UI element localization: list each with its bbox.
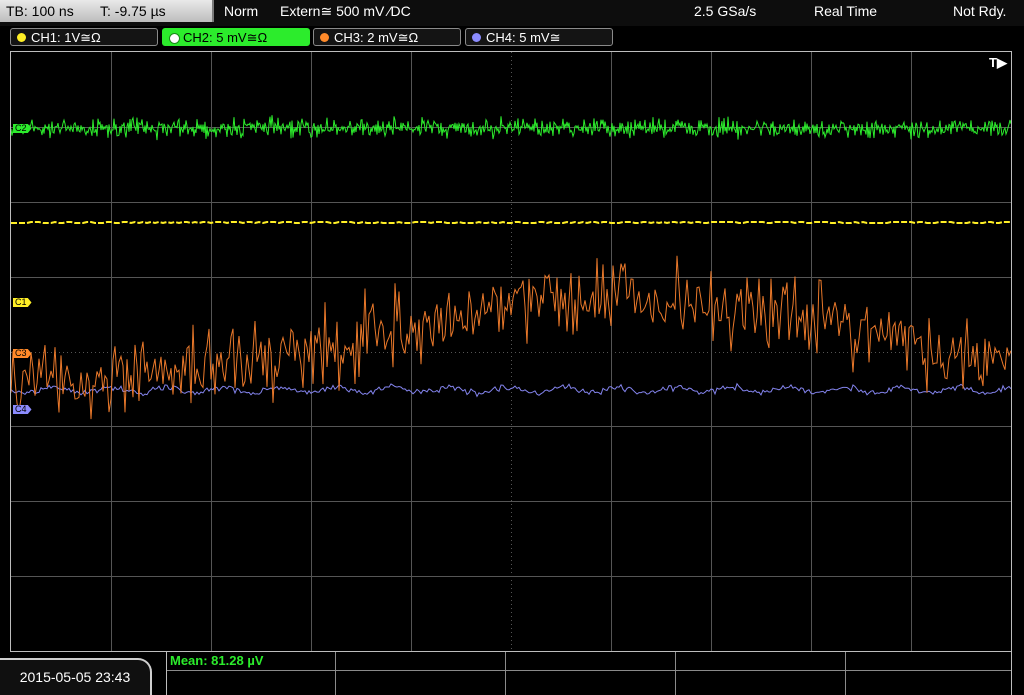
waveform-display[interactable]: T▶ C2 C1 C3 C4 (10, 51, 1012, 652)
measurement-row (167, 652, 1011, 671)
measurement-cell-divider (845, 652, 846, 695)
channel-2-button[interactable]: CH2: 5 mV≅Ω (162, 28, 310, 46)
channel-2-dot (169, 33, 180, 44)
waveform-canvas (11, 52, 1011, 651)
channel-1-button[interactable]: CH1: 1V≅Ω (10, 28, 158, 46)
channel-4-trace (11, 382, 1011, 398)
channel-4-label: CH4: 5 mV≅ (486, 30, 561, 45)
sample-rate-label: 2.5 GSa/s (694, 3, 757, 19)
channel-1-trace (11, 220, 1011, 225)
trigger-position-marker[interactable]: T▶ (989, 55, 1007, 71)
trigger-source-label[interactable]: Extern≅ 500 mV ⁄DC (280, 3, 411, 20)
channel-4-level-marker[interactable]: C4 (13, 405, 32, 414)
channel-3-level-marker[interactable]: C3 (13, 349, 32, 358)
trigger-time-label: T: -9.75 µs (100, 3, 166, 19)
trigger-mode-label[interactable]: Norm (224, 3, 258, 19)
timebase-box[interactable]: TB: 100 ns T: -9.75 µs (0, 0, 214, 22)
timebase-label: TB: 100 ns (6, 3, 74, 19)
channel-bar: CH1: 1V≅Ω CH2: 5 mV≅Ω CH3: 2 mV≅Ω CH4: 5… (0, 27, 1024, 49)
channel-1-dot (17, 33, 26, 42)
bottom-bar: 2015-05-05 23:43 Mean: 81.28 µV (0, 652, 1024, 695)
datetime-display: 2015-05-05 23:43 (0, 658, 152, 695)
measurement-cell-divider (335, 652, 336, 695)
mean-measurement[interactable]: Mean: 81.28 µV (170, 653, 263, 668)
acquisition-mode-label: Real Time (814, 3, 878, 19)
channel-4-button[interactable]: CH4: 5 mV≅ (465, 28, 613, 46)
channel-2-label: CH2: 5 mV≅Ω (183, 30, 268, 45)
channel-1-label: CH1: 1V≅Ω (31, 30, 101, 45)
measurement-cell-divider (675, 652, 676, 695)
channel-3-label: CH3: 2 mV≅Ω (334, 30, 419, 45)
grid (11, 52, 1011, 651)
channel-1-level-marker[interactable]: C1 (13, 298, 32, 307)
measurement-table: Mean: 81.28 µV (166, 652, 1012, 695)
channel-3-dot (320, 33, 329, 42)
measurement-cell-divider (505, 652, 506, 695)
status-bar: TB: 100 ns T: -9.75 µs Norm Extern≅ 500 … (0, 0, 1024, 26)
channel-2-level-marker[interactable]: C2 (13, 124, 32, 133)
channel-3-button[interactable]: CH3: 2 mV≅Ω (313, 28, 461, 46)
ready-status: Not Rdy. (953, 3, 1007, 19)
channel-4-dot (472, 33, 481, 42)
